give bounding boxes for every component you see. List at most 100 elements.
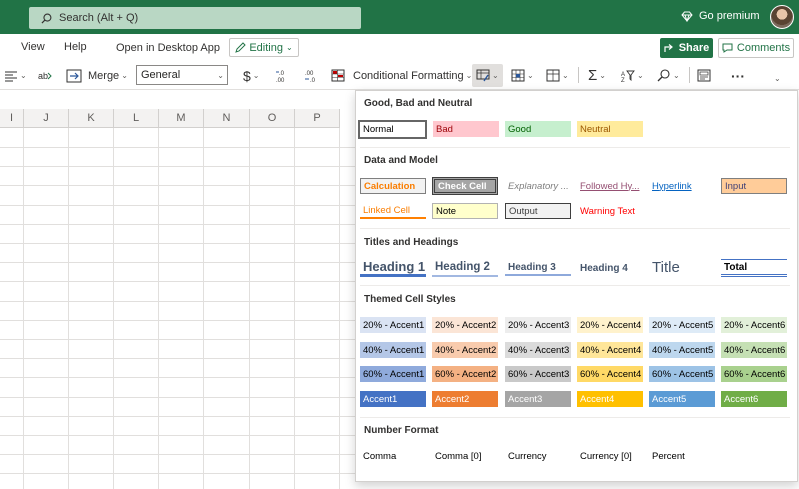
share-button[interactable]: Share xyxy=(660,38,713,58)
style-hyperlink[interactable]: Hyperlink xyxy=(649,178,715,194)
style-total[interactable]: Total xyxy=(721,259,787,277)
open-in-desktop-app[interactable]: Open in Desktop App xyxy=(116,42,220,54)
style-60-accent3[interactable]: 60% - Accent3 xyxy=(505,366,571,382)
align-button[interactable]: ⌄ xyxy=(4,67,27,84)
style-percent[interactable]: Percent xyxy=(649,448,715,464)
style-20-accent6[interactable]: 20% - Accent6 xyxy=(721,317,787,333)
gridline xyxy=(0,281,360,282)
style-40-accent6[interactable]: 40% - Accent6 xyxy=(721,342,787,358)
format-cells-icon xyxy=(546,69,560,82)
wrap-text-button[interactable]: ab xyxy=(38,67,52,84)
style-40-accent3[interactable]: 40% - Accent3 xyxy=(505,342,571,358)
menu-help[interactable]: Help xyxy=(64,41,87,53)
style-accent5[interactable]: Accent5 xyxy=(649,391,715,407)
style-accent2[interactable]: Accent2 xyxy=(432,391,498,407)
style-accent6[interactable]: Accent6 xyxy=(721,391,787,407)
style-title[interactable]: Title xyxy=(649,258,715,277)
number-format-dropdown[interactable]: General ⌄ xyxy=(136,65,228,85)
increase-decimal-button[interactable]: .0.00 xyxy=(275,67,291,84)
gridline xyxy=(0,377,360,378)
style-20-accent2[interactable]: 20% - Accent2 xyxy=(432,317,498,333)
style-accent4[interactable]: Accent4 xyxy=(577,391,643,407)
column-header[interactable]: J xyxy=(24,109,69,128)
style-40-accent2[interactable]: 40% - Accent2 xyxy=(432,342,498,358)
style-linked-cell[interactable]: Linked Cell xyxy=(360,203,426,219)
style-followed-hyperlink[interactable]: Followed Hy... xyxy=(577,178,643,194)
style-60-accent4[interactable]: 60% - Accent4 xyxy=(577,366,643,382)
style-comma-0[interactable]: Comma [0] xyxy=(432,448,498,464)
style-heading-4[interactable]: Heading 4 xyxy=(577,260,643,276)
chevron-down-icon: ⌄ xyxy=(599,71,606,80)
section-divider xyxy=(360,417,790,418)
find-button[interactable]: ⌄ xyxy=(657,67,680,84)
style-note[interactable]: Note xyxy=(432,203,498,219)
conditional-formatting-button[interactable]: Conditional Formatting ⌄ xyxy=(331,67,472,84)
svg-text:Z: Z xyxy=(621,78,625,82)
style-good[interactable]: Good xyxy=(505,121,571,137)
style-warning-text[interactable]: Warning Text xyxy=(577,203,643,219)
gridline xyxy=(0,473,360,474)
format-cells-button[interactable]: ⌄ xyxy=(546,67,569,84)
style-accent1[interactable]: Accent1 xyxy=(360,391,426,407)
style-60-accent1[interactable]: 60% - Accent1 xyxy=(360,366,426,382)
autosum-button[interactable]: Σ ⌄ xyxy=(588,67,606,84)
insert-cells-button[interactable]: ⌄ xyxy=(511,67,534,84)
style-calculation[interactable]: Calculation xyxy=(360,178,426,194)
column-header[interactable]: K xyxy=(69,109,114,128)
increase-decimal-icon: .0.00 xyxy=(276,71,285,83)
style-heading-3[interactable]: Heading 3 xyxy=(505,260,571,276)
style-comma[interactable]: Comma xyxy=(360,448,426,464)
column-header[interactable]: N xyxy=(204,109,250,128)
add-ins-button[interactable] xyxy=(697,67,711,84)
gridline xyxy=(0,301,360,302)
column-header[interactable]: O xyxy=(250,109,295,128)
style-currency[interactable]: Currency xyxy=(505,448,571,464)
column-header[interactable]: L xyxy=(114,109,159,128)
style-check-cell[interactable]: Check Cell xyxy=(432,177,498,195)
gridline xyxy=(0,185,360,186)
style-40-accent4[interactable]: 40% - Accent4 xyxy=(577,342,643,358)
decrease-decimal-button[interactable]: .00.0 xyxy=(304,67,320,84)
style-input[interactable]: Input xyxy=(721,178,787,194)
currency-button[interactable]: $ ⌄ xyxy=(243,67,260,84)
more-options-button[interactable]: ··· xyxy=(731,67,745,84)
style-20-accent4[interactable]: 20% - Accent4 xyxy=(577,317,643,333)
style-60-accent5[interactable]: 60% - Accent5 xyxy=(649,366,715,382)
style-60-accent2[interactable]: 60% - Accent2 xyxy=(432,366,498,382)
column-header[interactable]: M xyxy=(159,109,204,128)
style-60-accent6[interactable]: 60% - Accent6 xyxy=(721,366,787,382)
style-accent3[interactable]: Accent3 xyxy=(505,391,571,407)
merge-button[interactable]: Merge ⌄ xyxy=(66,67,128,84)
chevron-down-icon: ⌄ xyxy=(673,71,680,80)
style-currency-0[interactable]: Currency [0] xyxy=(577,448,643,464)
style-bad[interactable]: Bad xyxy=(433,121,499,137)
cell-styles-button[interactable]: ⌄ xyxy=(472,64,503,87)
style-20-accent1[interactable]: 20% - Accent1 xyxy=(360,317,426,333)
style-neutral[interactable]: Neutral xyxy=(577,121,643,137)
comments-button[interactable]: Comments xyxy=(718,38,794,58)
cell-styles-panel xyxy=(355,90,798,482)
column-header[interactable]: I xyxy=(0,109,24,128)
gridline xyxy=(0,397,360,398)
menu-view[interactable]: View xyxy=(21,41,45,53)
svg-text:.0: .0 xyxy=(279,71,285,77)
style-20-accent5[interactable]: 20% - Accent5 xyxy=(649,317,715,333)
go-premium-link[interactable]: Go premium xyxy=(681,10,760,22)
user-avatar[interactable] xyxy=(770,5,794,29)
style-heading-2[interactable]: Heading 2 xyxy=(432,259,498,277)
style-20-accent3[interactable]: 20% - Accent3 xyxy=(505,317,571,333)
align-left-icon xyxy=(5,71,17,81)
style-output[interactable]: Output xyxy=(505,203,571,219)
style-40-accent1[interactable]: 40% - Accent1 xyxy=(360,342,426,358)
style-heading-1[interactable]: Heading 1 xyxy=(360,259,426,277)
editing-mode-button[interactable]: Editing ⌄ xyxy=(229,38,299,57)
search-box[interactable]: Search (Alt + Q) xyxy=(29,7,361,29)
style-normal[interactable]: Normal xyxy=(358,120,427,139)
gridline xyxy=(0,147,360,148)
sort-filter-button[interactable]: AZ ⌄ xyxy=(621,67,644,84)
style-explanatory[interactable]: Explanatory ... xyxy=(505,178,571,194)
collapse-ribbon-button[interactable]: ⌄ xyxy=(774,70,781,87)
gridline xyxy=(0,166,360,167)
column-header[interactable]: P xyxy=(295,109,340,128)
style-40-accent5[interactable]: 40% - Accent5 xyxy=(649,342,715,358)
